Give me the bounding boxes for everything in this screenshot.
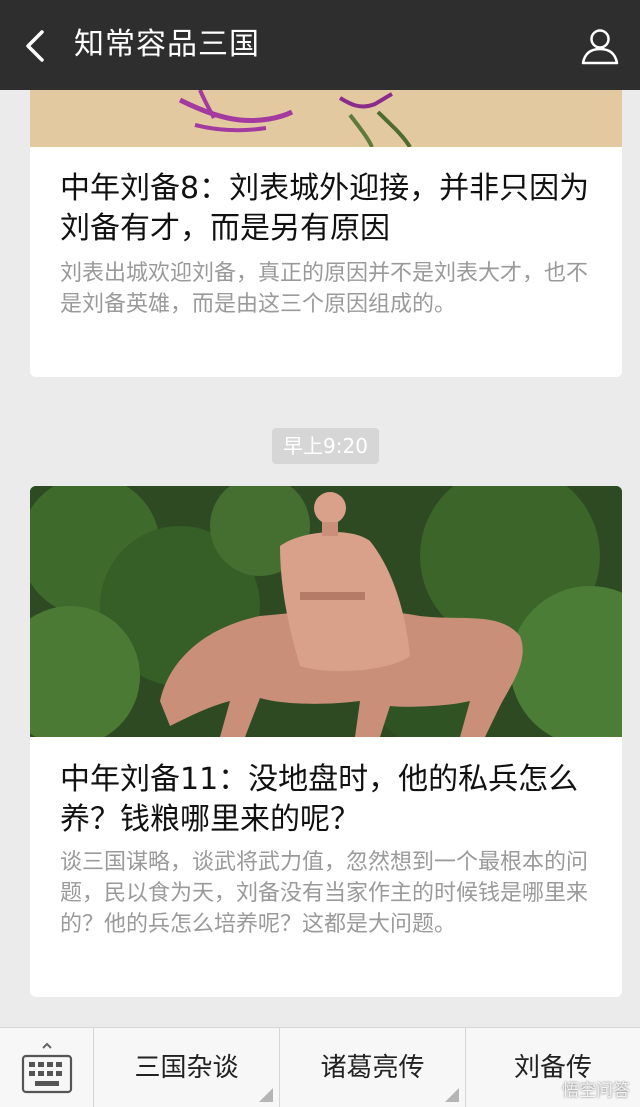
submenu-indicator-icon bbox=[445, 1088, 459, 1102]
top-bar: 知常容品三国 bbox=[0, 0, 640, 90]
person-icon[interactable] bbox=[580, 26, 620, 66]
article-summary: 刘表出城欢迎刘备，真正的原因并不是刘表大才，也不是刘备英雄，而是由这三个原因组成… bbox=[60, 261, 589, 317]
watermark-text: 悟空问答 bbox=[562, 1081, 630, 1101]
keyboard-icon bbox=[21, 1042, 73, 1094]
menu-item-label: 三国杂谈 bbox=[134, 1053, 239, 1083]
article-cover-image[interactable] bbox=[30, 486, 622, 737]
article-title[interactable]: 中年刘备8：刘表城外迎接，并非只因为刘备有才，而是另有原因 bbox=[60, 169, 592, 249]
keyboard-toggle-button[interactable] bbox=[0, 1028, 94, 1107]
menu-item-sanguo-zatan[interactable]: 三国杂谈 bbox=[94, 1028, 280, 1107]
article-summary: 谈三国谋略，谈武将武力值，忽然想到一个最根本的问题，民以食为天，刘备没有当家作主… bbox=[60, 850, 589, 937]
article-card[interactable]: 中年刘备11：没地盘时，他的私兵怎么养？钱粮哪里来的呢？ 谈三国谋略，谈武将武力… bbox=[30, 486, 622, 997]
submenu-indicator-icon bbox=[259, 1088, 273, 1102]
article-cover-image[interactable] bbox=[30, 90, 622, 147]
menu-item-label: 诸葛亮传 bbox=[320, 1053, 425, 1083]
chevron-left-icon[interactable] bbox=[22, 28, 50, 64]
article-card[interactable]: 中年刘备8：刘表城外迎接，并非只因为刘备有才，而是另有原因 刘表出城欢迎刘备，真… bbox=[30, 90, 622, 377]
page-title: 知常容品三国 bbox=[74, 27, 260, 62]
bottom-menu-bar: 三国杂谈 诸葛亮传 刘备传 bbox=[0, 1027, 640, 1107]
timestamp-badge: 早上9:20 bbox=[272, 428, 379, 464]
menu-item-zhuge-liang[interactable]: 诸葛亮传 bbox=[280, 1028, 466, 1107]
article-title[interactable]: 中年刘备11：没地盘时，他的私兵怎么养？钱粮哪里来的呢？ bbox=[60, 760, 592, 840]
